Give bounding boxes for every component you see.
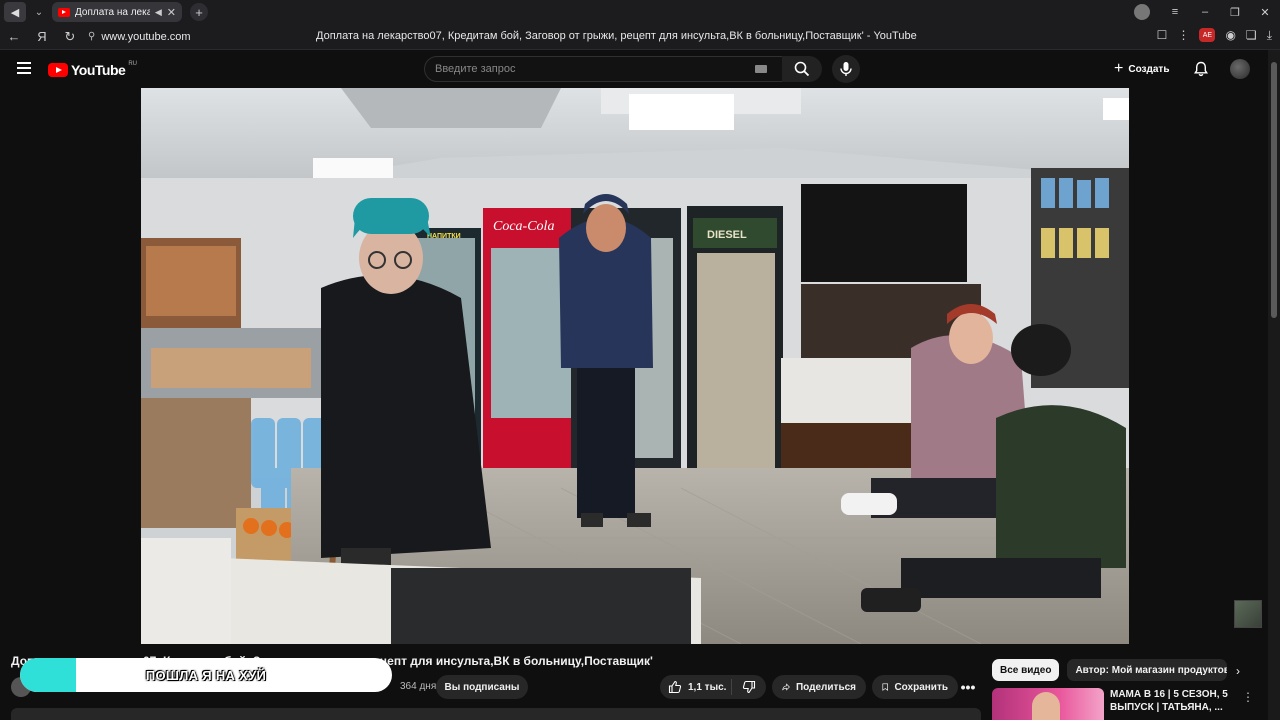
yandex-icon[interactable]: Я bbox=[28, 29, 56, 44]
share-label: Поделиться bbox=[795, 681, 856, 693]
minimize-icon[interactable]: – bbox=[1190, 6, 1220, 18]
youtube-favicon-icon bbox=[58, 7, 70, 17]
like-count: 1,1 тыс. bbox=[688, 681, 727, 693]
recommendation-thumbnail[interactable] bbox=[992, 688, 1104, 720]
tab-audio-icon[interactable]: ◀ bbox=[155, 7, 162, 18]
banner-text: ПОШЛА Я НА ХУЙ bbox=[145, 667, 267, 683]
miniplayer-thumbnail[interactable] bbox=[1234, 600, 1262, 628]
thumbs-up-icon bbox=[668, 680, 682, 694]
bell-icon bbox=[1194, 61, 1208, 77]
account-avatar[interactable] bbox=[1230, 59, 1250, 79]
address-bar-actions: ☐ ⋮ AE ◉ ❏ ⤓ bbox=[1157, 28, 1272, 43]
recommendation-title[interactable]: МАМА В 16 | 5 СЕЗОН, 5 ВЫПУСК | ТАТЬЯНА,… bbox=[1110, 688, 1228, 714]
more-horizontal-icon: ••• bbox=[960, 679, 976, 695]
search-button[interactable] bbox=[782, 56, 822, 82]
restore-icon[interactable]: ❐ bbox=[1220, 6, 1250, 19]
extension-icon[interactable]: AE bbox=[1199, 28, 1216, 42]
youtube-play-icon bbox=[48, 63, 68, 77]
region-code: RU bbox=[128, 61, 137, 67]
youtube-masthead: YouTube RU + Создать bbox=[0, 50, 1268, 88]
reload-icon[interactable]: ↻ bbox=[56, 29, 84, 45]
youtube-logo[interactable]: YouTube RU bbox=[48, 61, 137, 78]
more-vertical-icon[interactable]: ⋮ bbox=[1177, 28, 1189, 43]
chip-all-videos[interactable]: Все видео bbox=[992, 659, 1060, 681]
recommendation-item[interactable]: МАМА В 16 | 5 СЕЗОН, 5 ВЫПУСК | ТАТЬЯНА,… bbox=[992, 688, 1262, 720]
search-input[interactable] bbox=[435, 63, 755, 75]
save-button[interactable]: Сохранить bbox=[872, 675, 958, 699]
create-button[interactable]: + Создать bbox=[1108, 58, 1175, 80]
browser-tab-active[interactable]: Доплата на лекарство07, Кредитам бой, За… bbox=[52, 2, 182, 22]
close-window-icon[interactable]: ✕ bbox=[1250, 6, 1280, 19]
address-page-title: Доплата на лекарство07, Кредитам бой, За… bbox=[316, 30, 917, 42]
bookmark-icon[interactable]: ☐ bbox=[1157, 28, 1168, 43]
coca-cola-sign: Coca-Cola bbox=[493, 219, 554, 234]
recommendation-chips: Все видео Автор: Мой магазин продуктов 3… bbox=[992, 659, 1228, 681]
browser-menu-icon[interactable]: ≡ bbox=[1160, 6, 1190, 18]
subscribed-button[interactable]: Вы подписаны bbox=[436, 675, 528, 699]
window-controls: ≡ – ❐ ✕ bbox=[1134, 0, 1280, 24]
url-field[interactable]: ⚲ www.youtube.com bbox=[88, 31, 288, 43]
tab-close-icon[interactable]: ✕ bbox=[167, 6, 176, 19]
scrollbar-thumb[interactable] bbox=[1271, 62, 1277, 318]
collections-icon[interactable]: ❏ bbox=[1246, 28, 1257, 43]
create-label: Создать bbox=[1128, 63, 1170, 75]
like-dislike-group: 1,1 тыс. bbox=[660, 675, 766, 699]
search-box bbox=[424, 56, 784, 82]
notifications-button[interactable] bbox=[1192, 60, 1210, 78]
share-arrow-icon bbox=[782, 683, 790, 691]
more-actions-button[interactable]: ••• bbox=[956, 675, 980, 699]
guide-menu-icon[interactable] bbox=[17, 62, 31, 74]
diesel-sign: DIESEL bbox=[707, 229, 747, 241]
browser-tab-strip: ◀ ⌄ Доплата на лекарство07, Кредитам бой… bbox=[0, 0, 1280, 24]
microphone-icon bbox=[840, 62, 852, 76]
drinks-sign: НАПИТКИ bbox=[427, 233, 461, 240]
plus-icon: + bbox=[1114, 60, 1124, 77]
dislike-button[interactable] bbox=[732, 680, 766, 694]
page-scrollbar[interactable] bbox=[1268, 50, 1280, 720]
download-icon[interactable]: ⤓ bbox=[1267, 28, 1272, 43]
recommendation-more-icon[interactable]: ⋮ bbox=[1242, 690, 1254, 704]
voice-search-button[interactable] bbox=[832, 55, 860, 83]
chevron-right-icon[interactable]: › bbox=[1236, 664, 1240, 678]
browser-profile-icon[interactable] bbox=[1134, 4, 1150, 20]
thumbs-down-icon bbox=[742, 680, 756, 694]
site-info-icon[interactable]: ⚲ bbox=[88, 31, 95, 42]
search-icon bbox=[794, 61, 810, 77]
sound-icon[interactable]: ◀ bbox=[4, 2, 26, 22]
share-button[interactable]: Поделиться bbox=[772, 675, 866, 699]
chip-author[interactable]: Автор: Мой магазин продуктов 364 bbox=[1067, 659, 1228, 681]
video-extension-icon[interactable]: ◉ bbox=[1225, 28, 1235, 43]
save-label: Сохранить bbox=[894, 681, 948, 693]
like-button[interactable]: 1,1 тыс. bbox=[660, 679, 732, 695]
video-player[interactable]: Coca-Cola DIESEL НАПИТКИ bbox=[141, 88, 1129, 644]
new-tab-button[interactable]: + bbox=[190, 3, 208, 21]
url-text: www.youtube.com bbox=[101, 30, 191, 43]
video-frame: Coca-Cola DIESEL НАПИТКИ bbox=[141, 88, 1129, 644]
description-box[interactable] bbox=[11, 708, 981, 720]
overlay-banner: ПОШЛА Я НА ХУЙ bbox=[20, 658, 392, 692]
subscriber-count: 364 дня bbox=[400, 681, 437, 692]
keyboard-icon[interactable] bbox=[755, 65, 767, 73]
tab-title: Доплата на лекарство07, Кредитам бой, За… bbox=[75, 6, 150, 18]
logo-wordmark: YouTube bbox=[71, 62, 126, 78]
bookmark-save-icon bbox=[882, 683, 888, 691]
address-bar: ← Я ↻ ⚲ www.youtube.com Доплата на лекар… bbox=[0, 24, 1280, 50]
back-arrow-icon[interactable]: ← bbox=[0, 29, 28, 44]
chevron-down-icon[interactable]: ⌄ bbox=[30, 2, 48, 22]
